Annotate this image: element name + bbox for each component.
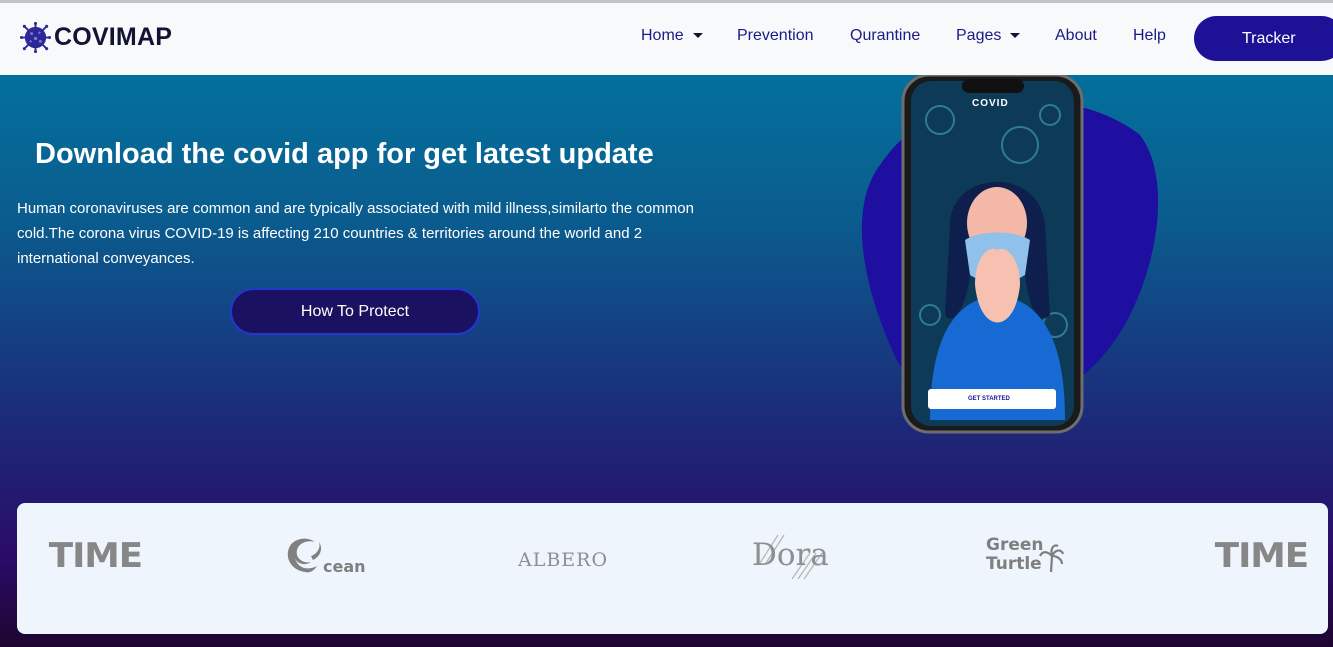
partner-logos: TIME cean ALBERO Dora Green Turtle TIME [17, 503, 1328, 634]
nav-help-label: Help [1133, 27, 1166, 44]
tracker-button-label: Tracker [1242, 29, 1296, 47]
ocean-logo-text: cean [323, 557, 366, 576]
green-turtle-line1: Green [986, 535, 1044, 555]
palm-tree-icon [1039, 544, 1064, 573]
nav-help[interactable]: Help [1133, 27, 1166, 45]
navbar: COVIMAP Home Prevention Qurantine Pages … [0, 3, 1333, 75]
nav-prevention[interactable]: Prevention [737, 27, 814, 45]
time-logo-2: TIME [1214, 536, 1309, 576]
nav-pages[interactable]: Pages [956, 27, 1021, 45]
nav-prevention-label: Prevention [737, 27, 814, 44]
get-started-button[interactable]: GET STARTED [968, 396, 1010, 402]
how-to-protect-label: How To Protect [300, 302, 410, 320]
how-to-protect-button[interactable]: How To Protect [230, 288, 480, 335]
time-logo: TIME [48, 536, 143, 576]
nav-quarantine[interactable]: Qurantine [850, 27, 920, 45]
phone-app-title: COVID [972, 98, 1009, 109]
ocean-swirl-icon [287, 538, 321, 573]
nav-about[interactable]: About [1055, 27, 1097, 45]
brand-name: COVIMAP [54, 23, 173, 51]
caret-down-icon [1010, 32, 1021, 38]
green-turtle-line2: Turtle [986, 554, 1042, 574]
dora-logo: Dora [752, 534, 829, 580]
phone-illustration [861, 75, 1159, 434]
ocean-logo: cean [283, 536, 366, 576]
phone-notch [962, 79, 1024, 93]
hero-title: Download the covid app for get latest up… [35, 138, 654, 170]
albero-logo: ALBERO [518, 549, 609, 571]
green-turtle-logo: Green Turtle [986, 535, 1064, 574]
virus-icon [20, 22, 51, 53]
hero-description: Human coronaviruses are common and are t… [17, 200, 694, 267]
nav-pages-label: Pages [956, 27, 1002, 44]
nav-quarantine-label: Qurantine [850, 27, 921, 44]
nav-about-label: About [1055, 27, 1097, 44]
tracker-button[interactable]: Tracker [1194, 16, 1333, 61]
nav-home-label: Home [641, 27, 684, 44]
brand[interactable]: COVIMAP [20, 22, 172, 53]
dora-logo-text: Dora [752, 537, 829, 573]
caret-down-icon [692, 32, 703, 38]
nav-home[interactable]: Home [641, 27, 703, 45]
